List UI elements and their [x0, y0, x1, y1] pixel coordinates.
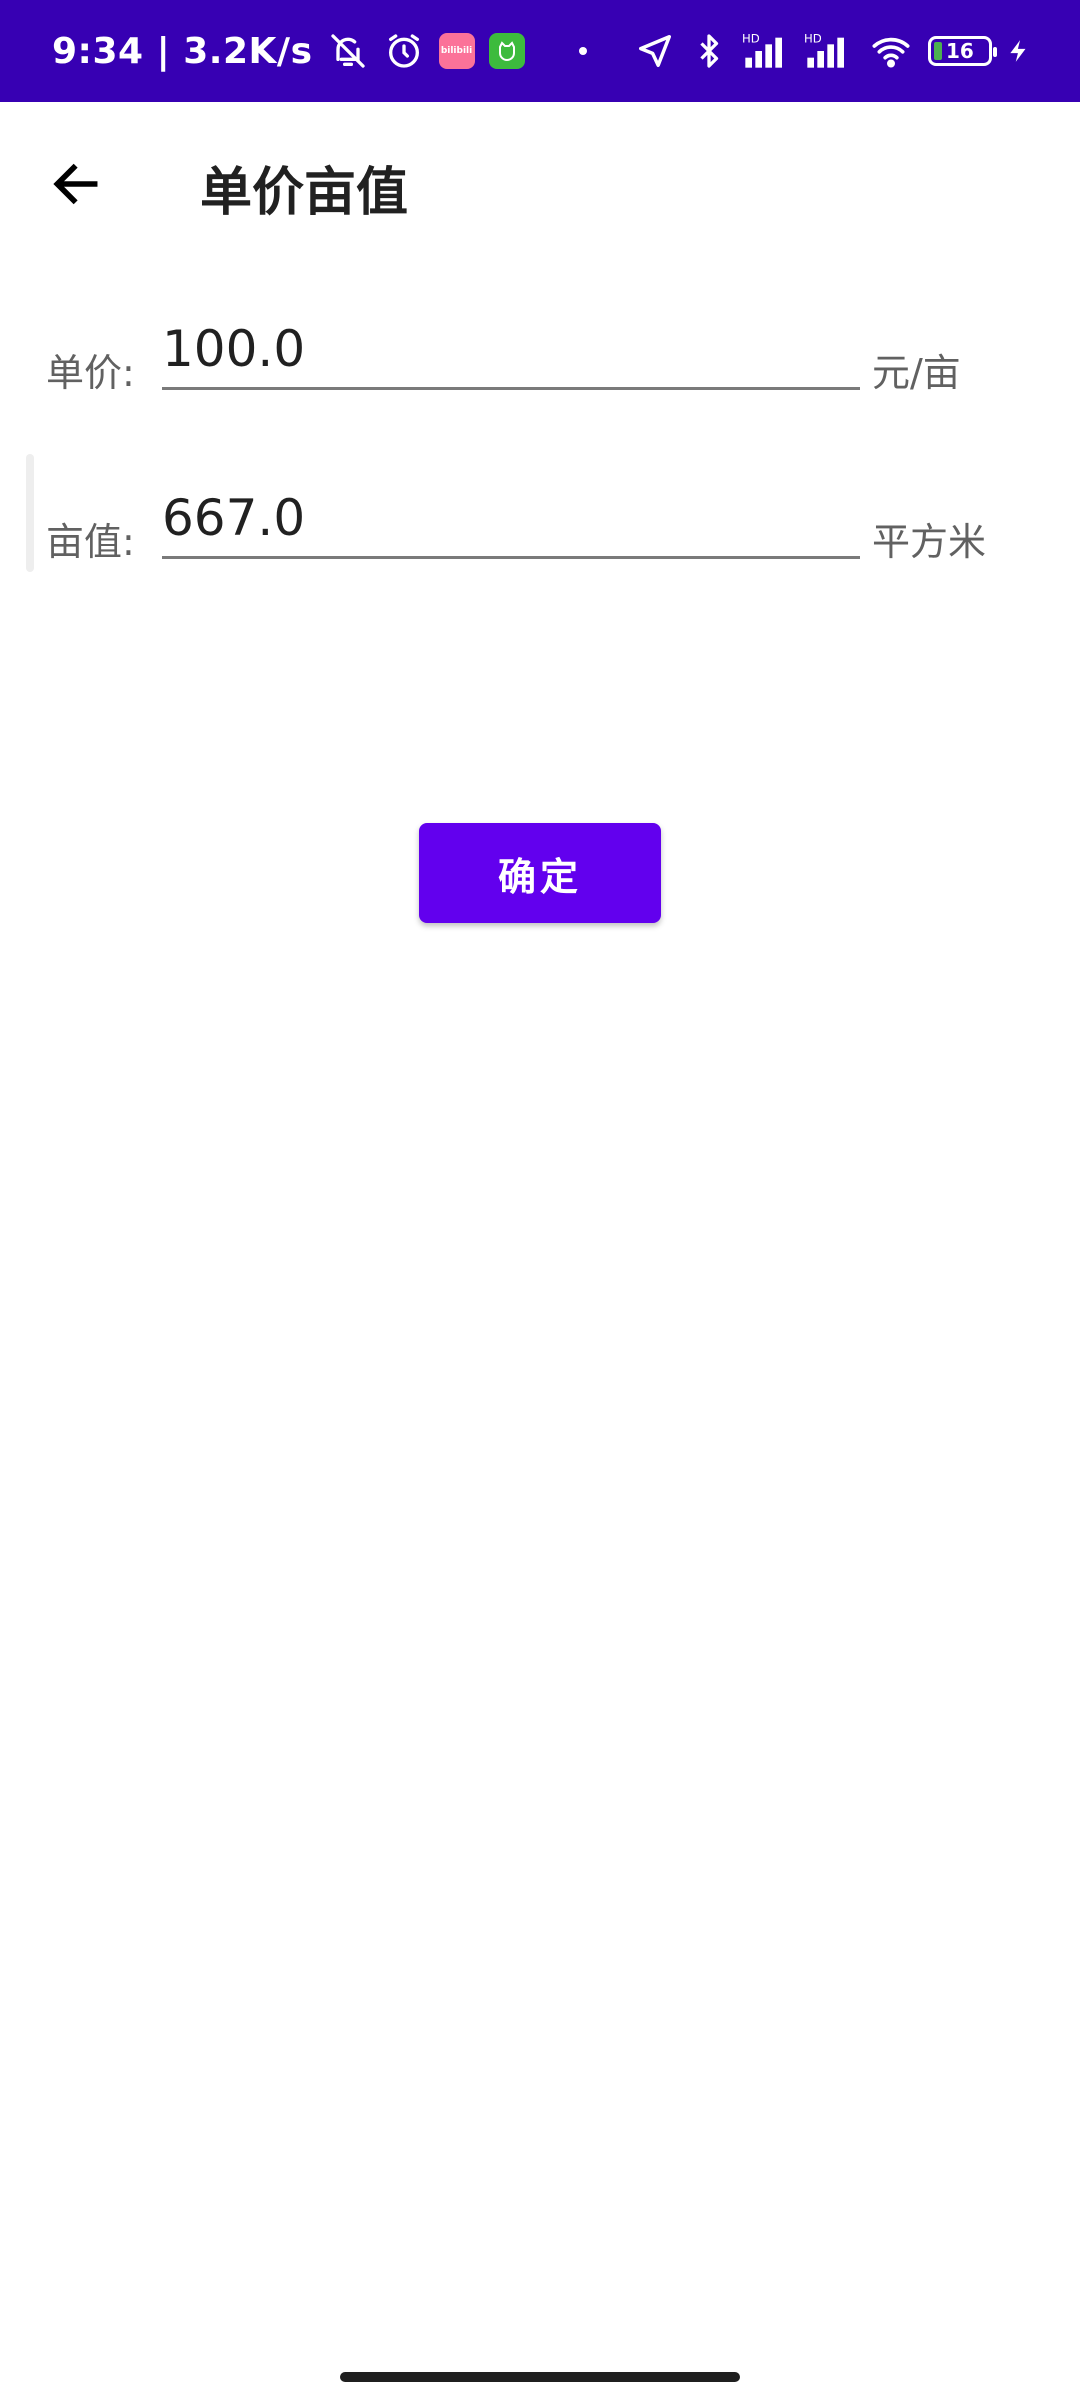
back-button[interactable] — [36, 144, 116, 224]
notification-dot — [578, 47, 587, 55]
location-arrow-icon — [634, 30, 676, 72]
bilibili-label: bilibili — [440, 46, 473, 56]
status-right: HD HD 16 — [634, 0, 1034, 102]
price-unit: 元/亩 — [872, 351, 961, 395]
signal-hd-icon: HD — [804, 30, 854, 72]
svg-text:HD: HD — [804, 32, 822, 46]
battery-fill — [934, 42, 942, 60]
alarm-icon — [383, 30, 425, 72]
status-time-speed: 9:34 | 3.2K/s — [52, 30, 313, 72]
arrow-left-icon — [53, 163, 98, 205]
page-title: 单价亩值 — [200, 163, 409, 223]
area-label: 亩值: — [46, 520, 135, 564]
app-bar: 单价亩值 — [0, 102, 1080, 260]
area-unit: 平方米 — [872, 520, 987, 564]
wifi-icon — [866, 30, 916, 72]
home-indicator[interactable] — [340, 2372, 740, 2382]
bilibili-app-icon: bilibili — [438, 33, 475, 69]
charging-icon — [1004, 30, 1034, 72]
area-row: 亩值: 平方米 — [0, 479, 1080, 599]
status-left: 9:34 | 3.2K/s bilibili — [52, 0, 587, 102]
battery-icon: 16 — [928, 36, 997, 66]
battery-level: 16 — [946, 39, 974, 63]
svg-text:HD: HD — [742, 32, 760, 46]
signal-hd-icon: HD — [742, 30, 792, 72]
confirm-button[interactable]: 确定 — [419, 823, 661, 923]
price-row: 单价: 元/亩 — [0, 310, 1080, 430]
bluetooth-icon — [688, 30, 730, 72]
price-input[interactable] — [162, 310, 860, 390]
price-label: 单价: — [46, 351, 135, 395]
mute-icon — [327, 30, 369, 72]
area-input[interactable] — [162, 479, 860, 559]
cat-app-icon — [488, 33, 525, 69]
status-bar: 9:34 | 3.2K/s bilibili HD HD 16 — [0, 0, 1080, 102]
